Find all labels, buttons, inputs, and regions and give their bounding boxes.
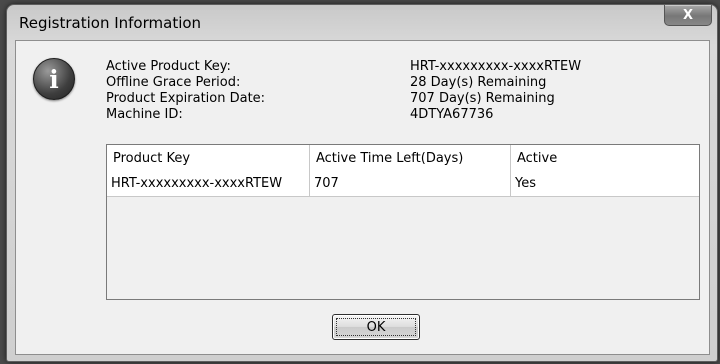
dialog-body: i Active Product Key: HRT-xxxxxxxxx-xxxx… bbox=[15, 40, 710, 355]
active-product-key-value: HRT-xxxxxxxxx-xxxxRTEW bbox=[410, 59, 582, 74]
title-bar[interactable]: Registration Information X bbox=[7, 5, 717, 39]
column-header-active-time-left[interactable]: Active Time Left(Days) bbox=[310, 145, 511, 172]
column-header-product-key[interactable]: Product Key bbox=[107, 145, 310, 172]
close-button[interactable]: X bbox=[664, 5, 712, 26]
cell-active[interactable]: Yes bbox=[511, 172, 699, 196]
machine-id-label: Machine ID: bbox=[106, 107, 183, 122]
cell-active-time-left[interactable]: 707 bbox=[310, 172, 511, 196]
table-header: Product Key Active Time Left(Days) Activ… bbox=[107, 145, 699, 173]
cell-product-key[interactable]: HRT-xxxxxxxxx-xxxxRTEW bbox=[107, 172, 310, 196]
registration-dialog: Registration Information X i Active Prod… bbox=[6, 4, 718, 362]
offline-grace-period-label: Offline Grace Period: bbox=[106, 75, 241, 90]
column-header-active[interactable]: Active bbox=[511, 145, 699, 172]
product-expiration-date-label: Product Expiration Date: bbox=[106, 91, 266, 106]
active-product-key-label: Active Product Key: bbox=[106, 59, 231, 74]
window-title: Registration Information bbox=[19, 14, 202, 32]
ok-button[interactable]: OK bbox=[332, 314, 420, 340]
information-icon: i bbox=[33, 58, 75, 100]
product-keys-table[interactable]: Product Key Active Time Left(Days) Activ… bbox=[106, 144, 700, 300]
table-row[interactable]: HRT-xxxxxxxxx-xxxxRTEW 707 Yes bbox=[107, 172, 699, 197]
close-icon: X bbox=[682, 7, 694, 23]
machine-id-value: 4DTYA67736 bbox=[410, 107, 494, 122]
product-expiration-date-value: 707 Day(s) Remaining bbox=[410, 91, 555, 106]
offline-grace-period-value: 28 Day(s) Remaining bbox=[410, 75, 547, 90]
ok-button-label: OK bbox=[366, 319, 386, 335]
